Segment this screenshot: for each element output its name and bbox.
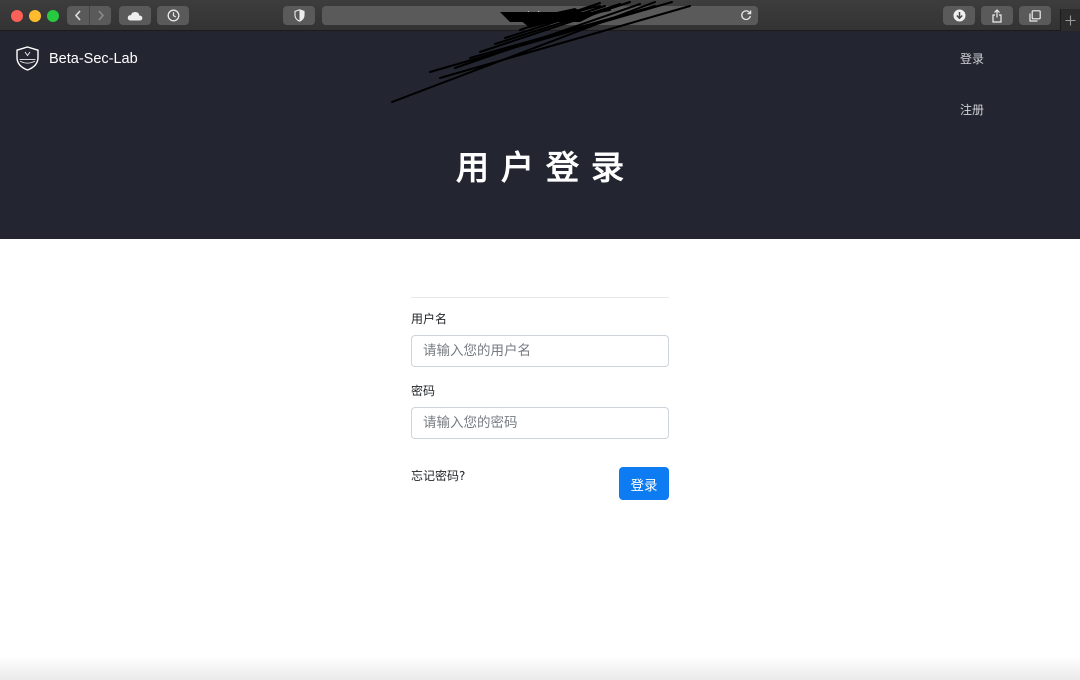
zoom-window-button[interactable] (47, 10, 59, 22)
brand[interactable]: Beta-Sec-Lab (15, 46, 138, 71)
shield-icon (293, 9, 305, 22)
login-submit-button[interactable]: 登录 (619, 467, 669, 500)
minimize-window-button[interactable] (29, 10, 41, 22)
plus-icon (1065, 15, 1076, 25)
back-button[interactable] (67, 6, 89, 25)
new-tab-button[interactable] (1060, 9, 1080, 31)
reload-icon[interactable] (740, 9, 752, 21)
form-actions: 忘记密码? 登录 (411, 439, 669, 500)
back-icon (74, 10, 81, 21)
downloads-button[interactable] (943, 6, 975, 25)
address-bar[interactable]: 不安全 — 1 (322, 6, 758, 25)
history-nav-group (67, 6, 111, 25)
history-button[interactable] (157, 6, 189, 25)
browser-toolbar: 不安全 — 1 (0, 0, 1080, 31)
username-label: 用户名 (411, 312, 448, 326)
password-input[interactable] (411, 407, 669, 439)
download-icon (953, 9, 965, 22)
shield-logo-icon (16, 46, 39, 71)
close-window-button[interactable] (11, 10, 23, 22)
nav-register-link[interactable]: 注册 (960, 101, 984, 118)
site-header: Beta-Sec-Lab 登录 注册 用户登录 (0, 31, 1080, 239)
nav-login-link[interactable]: 登录 (960, 50, 984, 67)
cloud-icon (127, 11, 143, 20)
forward-button[interactable] (89, 6, 111, 25)
share-button[interactable] (981, 6, 1013, 25)
address-text: 不安全 — 1 (513, 12, 567, 23)
share-icon (992, 8, 1002, 23)
username-input[interactable] (411, 335, 669, 367)
form-divider (411, 297, 669, 298)
icloud-tabs-button[interactable] (119, 6, 151, 25)
tabs-icon (1029, 9, 1041, 22)
brand-name: Beta-Sec-Lab (49, 50, 138, 67)
bottom-fade (0, 656, 1080, 680)
forgot-password-link[interactable]: 忘记密码? (411, 467, 465, 484)
history-icon (167, 9, 179, 22)
forward-icon (97, 10, 104, 21)
privacy-report-button[interactable] (283, 6, 315, 25)
password-label: 密码 (411, 384, 436, 398)
login-form: 用户名 密码 忘记密码? 登录 (411, 297, 669, 500)
tab-overview-button[interactable] (1019, 6, 1051, 25)
page-title: 用户登录 (456, 148, 636, 187)
